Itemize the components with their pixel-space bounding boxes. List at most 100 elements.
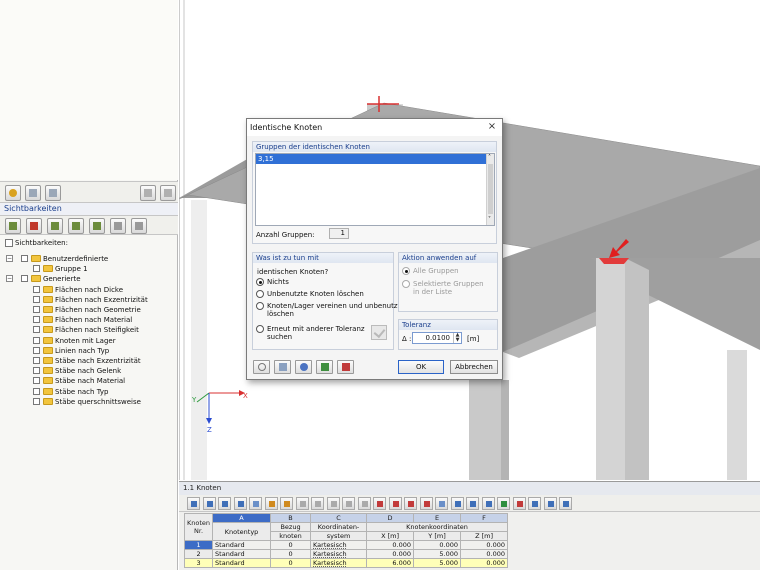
cell-no[interactable]: 3: [183, 558, 214, 568]
cancel-button[interactable]: Abbrechen: [450, 360, 498, 374]
cell-type[interactable]: Standard: [212, 549, 272, 559]
cell-x[interactable]: 0.000: [366, 549, 415, 559]
view-button[interactable]: [295, 360, 312, 374]
groups-list-item[interactable]: 3,15: [256, 154, 487, 164]
table-tool-button[interactable]: [559, 497, 572, 510]
column-letter-c[interactable]: C: [310, 513, 368, 523]
cell-y[interactable]: 0.000: [413, 540, 462, 550]
visibility-tool-4[interactable]: [68, 218, 84, 234]
scroll-thumb[interactable]: [488, 164, 493, 214]
visibility-tool-6[interactable]: [110, 218, 126, 234]
tree-checkbox[interactable]: [33, 377, 40, 385]
table-tool-button[interactable]: [373, 497, 386, 510]
tree-checkbox[interactable]: [33, 397, 40, 405]
table-tool-button[interactable]: [311, 497, 324, 510]
column-letter-a[interactable]: A: [212, 513, 272, 523]
table-tool-button[interactable]: [497, 497, 510, 510]
table-tool-button[interactable]: [280, 497, 293, 510]
table-tool-button[interactable]: [326, 497, 340, 510]
groups-listbox[interactable]: 3,15 ˄ ˅: [255, 153, 495, 226]
table-tool-button[interactable]: [187, 497, 200, 510]
visibility-tool-3[interactable]: [47, 218, 63, 234]
apply-all-radio[interactable]: [402, 267, 410, 275]
column-letter-b[interactable]: B: [270, 513, 312, 523]
tree-checkbox[interactable]: [33, 326, 40, 334]
help-button[interactable]: [253, 360, 270, 374]
table-tool-button[interactable]: [404, 497, 417, 510]
cell-type[interactable]: Standard: [212, 540, 272, 550]
close-icon[interactable]: ×: [486, 121, 498, 133]
edit-button[interactable]: [274, 360, 291, 374]
table-tool-button[interactable]: [264, 497, 278, 510]
scroll-down-icon[interactable]: ˅: [488, 216, 491, 224]
table-tool-button[interactable]: [342, 497, 355, 510]
cell-x[interactable]: 6.000: [366, 558, 415, 568]
cell-x[interactable]: 0.000: [366, 540, 415, 550]
cell-ref[interactable]: 0: [270, 549, 312, 559]
tree-checkbox[interactable]: [33, 265, 40, 273]
tree-checkbox[interactable]: [21, 275, 28, 283]
tree-checkbox[interactable]: [33, 316, 40, 324]
filter-button[interactable]: [140, 185, 156, 201]
edit-visibility-button[interactable]: [25, 185, 41, 201]
table-tool-button[interactable]: [249, 497, 262, 510]
table-tool-button[interactable]: [419, 497, 433, 510]
delete-visibility-button[interactable]: [160, 185, 176, 201]
tree-checkbox[interactable]: [33, 387, 40, 395]
cell-type[interactable]: Standard: [212, 558, 272, 568]
tree-checkbox[interactable]: [33, 295, 40, 303]
tree-expander-icon[interactable]: −: [6, 255, 13, 262]
table-tool-button[interactable]: [450, 497, 464, 510]
visibility-tool-2[interactable]: [26, 218, 42, 234]
cell-no[interactable]: 1: [183, 540, 214, 550]
research-button[interactable]: [371, 325, 387, 340]
cell-z[interactable]: 0.000: [460, 540, 509, 550]
cell-sys[interactable]: Kartesisch: [310, 549, 368, 559]
table-tool-button[interactable]: [295, 497, 309, 510]
tree-checkbox[interactable]: [21, 255, 28, 262]
cell-no[interactable]: 2: [183, 549, 214, 559]
table-tool-button[interactable]: [218, 497, 231, 510]
copy-visibility-button[interactable]: [45, 185, 61, 201]
table-row[interactable]: 2 Standard 0 Kartesisch 0.000 5.000 0.000: [183, 549, 509, 559]
visibility-tool-5[interactable]: [89, 218, 105, 234]
apply-selected-radio[interactable]: [402, 280, 410, 288]
option-nothing-radio[interactable]: [256, 278, 264, 286]
cell-sys[interactable]: Kartesisch: [310, 540, 368, 550]
ok-button[interactable]: OK: [398, 360, 444, 374]
cell-z[interactable]: 0.000: [460, 558, 509, 568]
visibility-tool-7[interactable]: [131, 218, 147, 234]
table-row[interactable]: 3 Standard 0 Kartesisch 6.000 5.000 0.000: [183, 558, 509, 568]
column-letter-e[interactable]: E: [413, 513, 462, 523]
tree-checkbox[interactable]: [33, 306, 40, 313]
cell-ref[interactable]: 0: [270, 540, 312, 550]
groups-scrollbar[interactable]: ˄ ˅: [486, 154, 494, 225]
tree-checkbox[interactable]: [33, 285, 40, 293]
option-delete-unused-radio[interactable]: [256, 290, 264, 298]
cell-ref[interactable]: 0: [270, 558, 312, 568]
table-tool-button[interactable]: [388, 497, 402, 510]
cell-z[interactable]: 0.000: [460, 549, 509, 559]
tolerance-spinner[interactable]: ▲ ▼: [453, 333, 461, 343]
table-tool-button[interactable]: [528, 497, 541, 510]
tree-checkbox[interactable]: [33, 357, 40, 364]
cell-y[interactable]: 5.000: [413, 558, 462, 568]
add-visibility-button[interactable]: [5, 185, 21, 201]
table-tool-button[interactable]: [481, 497, 495, 510]
table-tool-button[interactable]: [357, 497, 371, 510]
cell-sys[interactable]: Kartesisch: [310, 558, 368, 568]
table-tool-button[interactable]: [543, 497, 557, 510]
scroll-up-icon[interactable]: ˄: [488, 154, 491, 162]
option-merge-radio[interactable]: [256, 302, 264, 310]
cell-y[interactable]: 5.000: [413, 549, 462, 559]
tree-checkbox[interactable]: [33, 367, 40, 375]
visibility-tool-1[interactable]: [5, 218, 21, 234]
graphic-select-button[interactable]: [337, 360, 354, 374]
column-letter-d[interactable]: D: [366, 513, 415, 523]
table-tool-button[interactable]: [233, 497, 247, 510]
table-tool-button[interactable]: [466, 497, 479, 510]
table-tool-button[interactable]: [202, 497, 216, 510]
table-tool-button[interactable]: [512, 497, 526, 510]
tree-checkbox[interactable]: [33, 336, 40, 344]
visibilities-checkbox[interactable]: [5, 239, 13, 247]
